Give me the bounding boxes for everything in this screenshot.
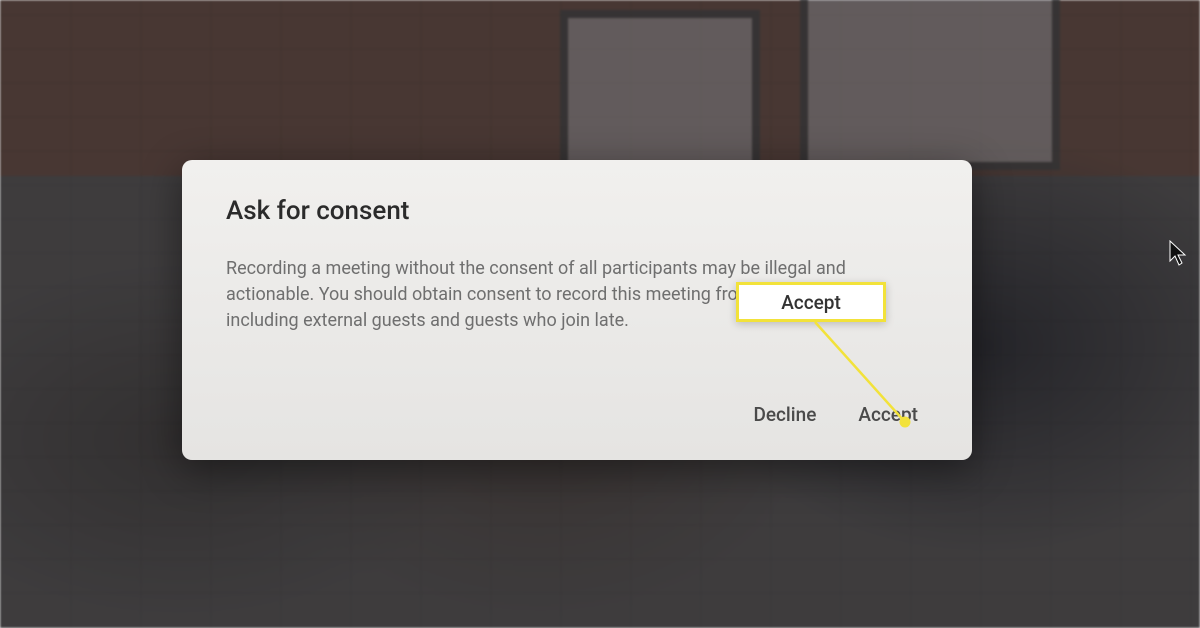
decline-button[interactable]: Decline xyxy=(749,397,820,432)
accept-button[interactable]: Accept xyxy=(854,397,922,432)
dialog-title: Ask for consent xyxy=(226,196,928,226)
dialog-body: Recording a meeting without the consent … xyxy=(226,256,928,397)
dialog-actions: Decline Accept xyxy=(226,397,928,432)
accept-callout-highlight: Accept xyxy=(736,282,886,322)
bg-window xyxy=(800,0,1060,170)
bg-window xyxy=(560,10,760,170)
callout-label: Accept xyxy=(781,291,841,314)
